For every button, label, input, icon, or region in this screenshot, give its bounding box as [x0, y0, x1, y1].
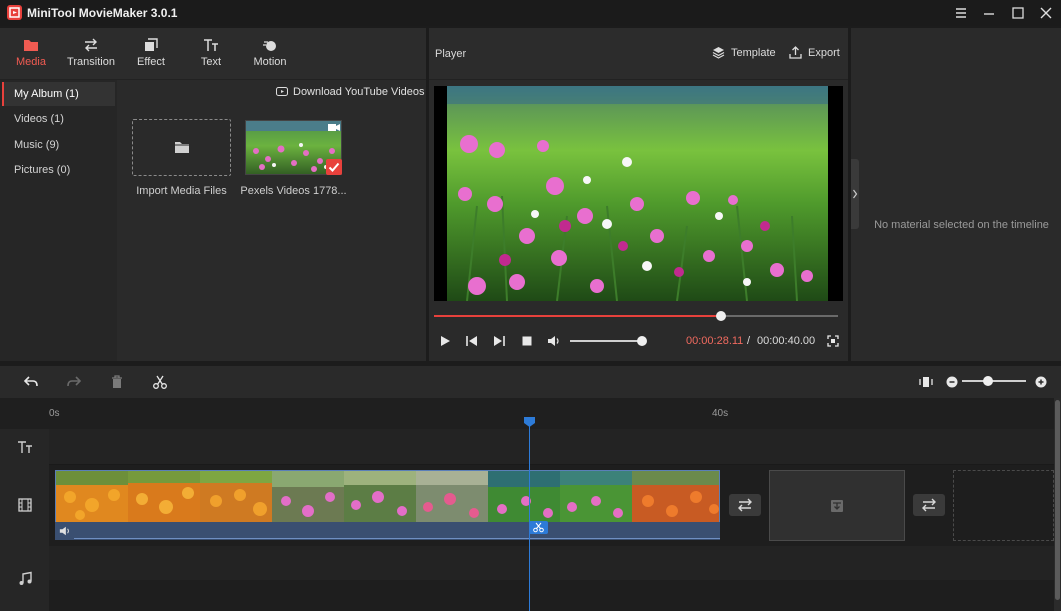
- video-preview: [447, 86, 828, 301]
- tab-transition[interactable]: Transition: [61, 36, 121, 76]
- panel-collapse-button[interactable]: [851, 159, 859, 229]
- media-folder-icon: [23, 38, 39, 52]
- redo-button[interactable]: [66, 374, 82, 390]
- delete-button[interactable]: [109, 374, 125, 390]
- text-track-icon: [17, 439, 33, 455]
- text-track[interactable]: [49, 429, 1054, 465]
- tab-label: Media: [1, 56, 61, 68]
- text-icon: [203, 38, 219, 52]
- zoom-out-button[interactable]: [944, 374, 960, 390]
- playhead-split-button[interactable]: [529, 521, 548, 534]
- timeline-scroll-thumb[interactable]: [1055, 400, 1060, 600]
- sidebar-item-videos[interactable]: Videos (1): [2, 107, 115, 131]
- export-label: Export: [808, 47, 840, 59]
- tab-motion[interactable]: Motion: [240, 36, 300, 76]
- added-check-icon: [326, 159, 342, 175]
- current-time: 00:00:28.11: [686, 335, 743, 347]
- player-header: [429, 28, 848, 80]
- layers-icon: [712, 46, 725, 59]
- split-scissors-button[interactable]: [152, 374, 168, 390]
- next-frame-button[interactable]: [492, 334, 506, 348]
- sidebar-item-my-album[interactable]: My Album (1): [2, 82, 115, 106]
- previous-frame-button[interactable]: [465, 334, 479, 348]
- volume-slider-handle[interactable]: [637, 336, 647, 346]
- empty-properties-message: No material selected on the timeline: [862, 219, 1061, 231]
- template-label: Template: [731, 47, 776, 59]
- transition-slot-button-2[interactable]: [913, 494, 945, 516]
- undo-button[interactable]: [23, 374, 39, 390]
- sidebar-item-music[interactable]: Music (9): [2, 133, 115, 157]
- playback-progress-handle[interactable]: [716, 311, 726, 321]
- import-media-button[interactable]: [132, 119, 231, 176]
- tab-label: Text: [181, 56, 241, 68]
- playback-progress-fill: [434, 315, 721, 317]
- minimize-button[interactable]: [980, 4, 998, 22]
- clip-volume-icon: [59, 525, 71, 537]
- app-logo-icon: [7, 5, 22, 20]
- menu-icon[interactable]: [952, 4, 970, 22]
- add-media-icon: [829, 498, 845, 514]
- export-icon: [789, 46, 802, 59]
- player-title: Player: [435, 48, 466, 60]
- fullscreen-button[interactable]: [826, 334, 840, 348]
- total-duration: 00:00:40.00: [757, 335, 815, 347]
- film-strip-icon: [17, 497, 33, 513]
- zoom-in-button[interactable]: [1033, 374, 1049, 390]
- zoom-slider-handle[interactable]: [983, 376, 993, 386]
- empty-clip-slot[interactable]: [769, 470, 905, 541]
- tab-label: Motion: [240, 56, 300, 68]
- transition-slot-button[interactable]: [729, 494, 761, 516]
- maximize-button[interactable]: [1009, 4, 1027, 22]
- app-title: MiniTool MovieMaker 3.0.1: [27, 6, 177, 20]
- export-button[interactable]: Export: [789, 46, 840, 59]
- playhead[interactable]: [529, 424, 530, 611]
- close-button[interactable]: [1037, 4, 1055, 22]
- zoom-fit-icon[interactable]: [918, 374, 934, 390]
- properties-panel: [851, 28, 1061, 361]
- ruler-start-label: 0s: [49, 408, 60, 419]
- media-item-label: Pexels Videos 1778...: [240, 185, 347, 197]
- tab-effect[interactable]: Effect: [121, 36, 181, 76]
- music-track[interactable]: [49, 546, 1054, 580]
- playhead-handle[interactable]: [524, 417, 535, 427]
- youtube-icon: [276, 87, 288, 97]
- volume-slider-track[interactable]: [570, 340, 646, 342]
- template-button[interactable]: Template: [712, 46, 776, 59]
- ruler-end-label: 40s: [712, 408, 728, 419]
- motion-icon: [262, 38, 278, 52]
- import-media-label: Import Media Files: [134, 185, 229, 197]
- tab-label: Transition: [61, 56, 121, 68]
- download-youtube-label: Download YouTube Videos: [293, 86, 425, 98]
- time-separator: /: [747, 335, 750, 347]
- folder-icon: [174, 140, 190, 154]
- play-button[interactable]: [438, 334, 452, 348]
- tab-media[interactable]: Media: [1, 36, 61, 76]
- tab-text[interactable]: Text: [181, 36, 241, 76]
- zoom-slider-track[interactable]: [962, 380, 1026, 382]
- empty-clip-slot-2[interactable]: [953, 470, 1054, 541]
- volume-icon[interactable]: [547, 334, 561, 348]
- music-note-icon: [17, 571, 33, 587]
- sidebar-item-pictures[interactable]: Pictures (0): [2, 158, 115, 182]
- effect-icon: [143, 38, 159, 52]
- video-camera-icon: [328, 123, 340, 132]
- download-youtube-button[interactable]: Download YouTube Videos: [276, 86, 425, 98]
- stop-button[interactable]: [520, 334, 534, 348]
- clip-volume-line: [74, 538, 720, 539]
- transition-arrows-icon: [83, 38, 99, 52]
- tab-label: Effect: [121, 56, 181, 68]
